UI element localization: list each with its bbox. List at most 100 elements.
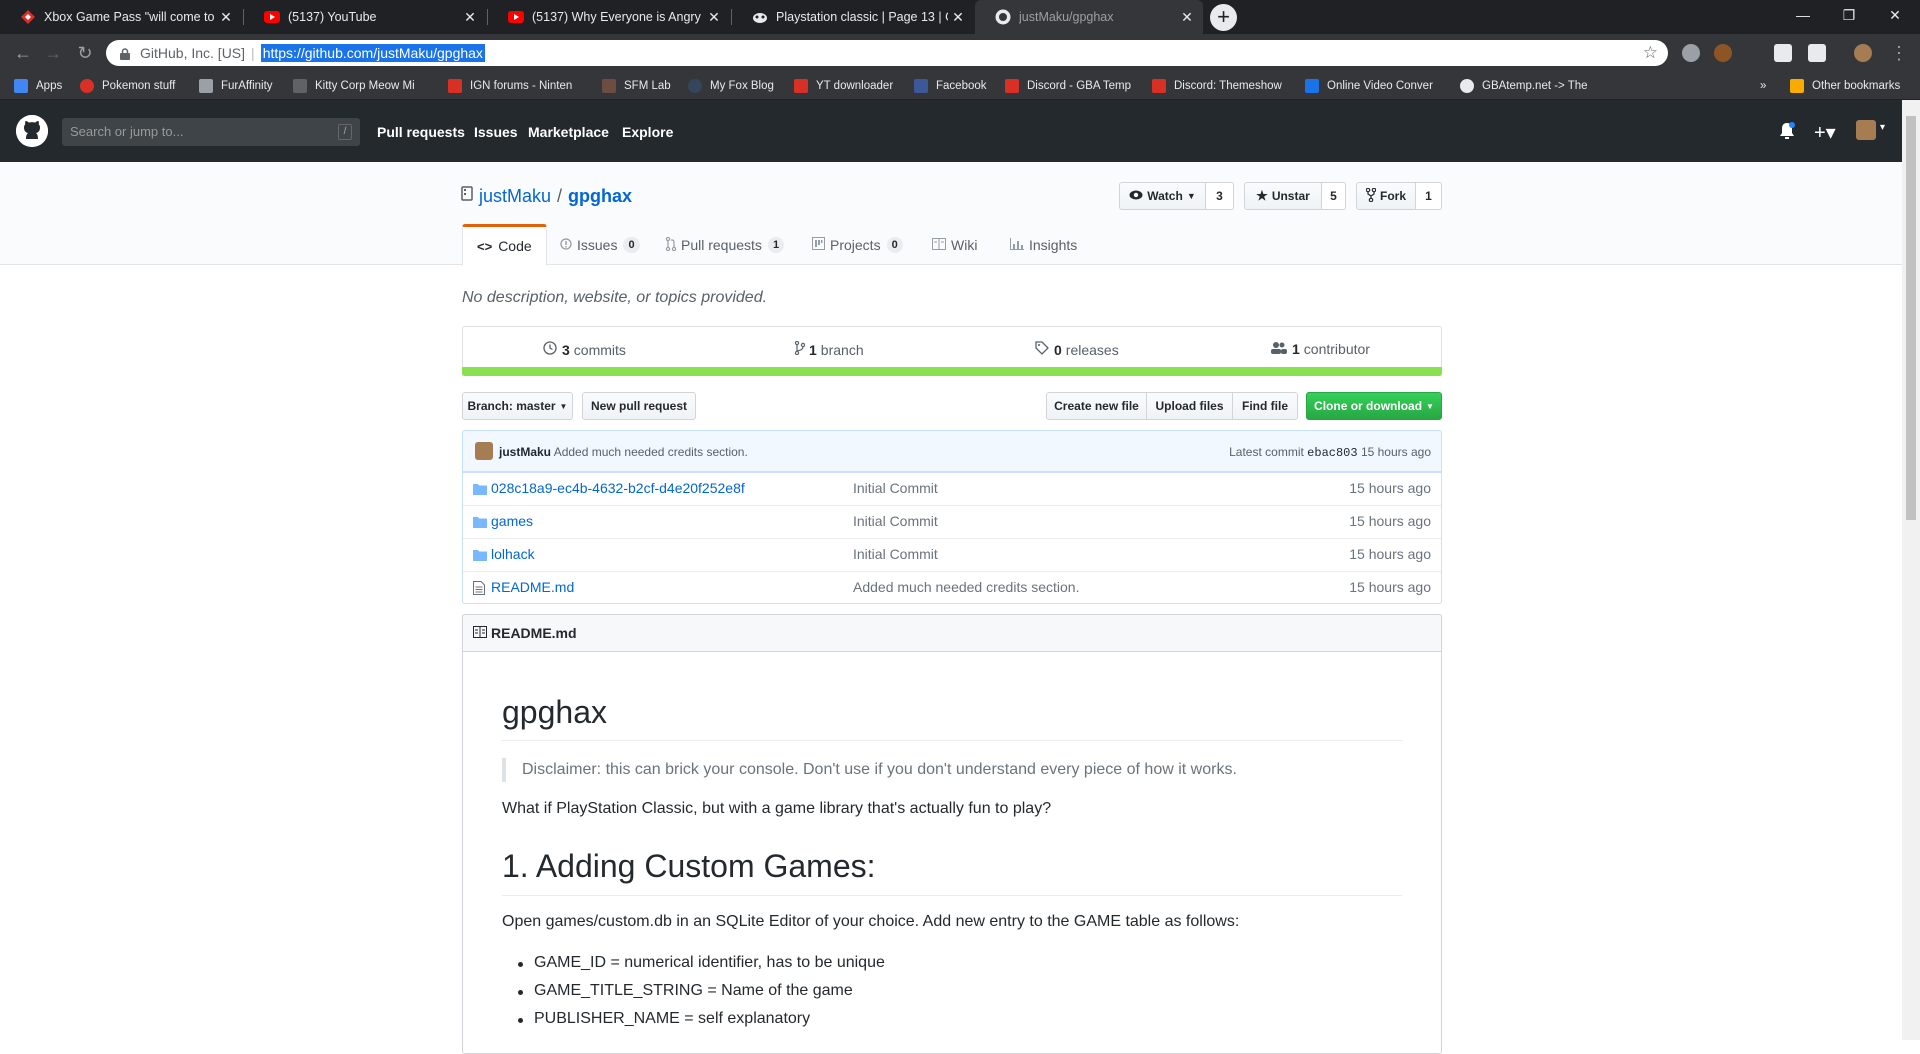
tab-insights[interactable]: Insights: [996, 225, 1091, 265]
file-name-link[interactable]: README.md: [491, 579, 574, 595]
tab-issues[interactable]: Issues 0: [546, 225, 654, 265]
create-new-file-button[interactable]: Create new file: [1046, 392, 1147, 420]
watch-button[interactable]: Watch ▼: [1119, 182, 1206, 210]
close-window-icon[interactable]: ✕: [1872, 0, 1918, 30]
sfm-icon: [602, 79, 616, 93]
back-icon[interactable]: ←: [12, 42, 34, 64]
user-avatar[interactable]: [1856, 120, 1876, 140]
extension-icon[interactable]: [1682, 44, 1700, 62]
close-tab-icon[interactable]: ✕: [460, 9, 480, 26]
forward-icon[interactable]: →: [42, 42, 64, 64]
repo-name-link[interactable]: gpghax: [568, 186, 632, 207]
search-input[interactable]: Search or jump to... /: [62, 118, 360, 146]
url-text[interactable]: https://github.com/justMaku/gpghax: [260, 44, 485, 62]
bookmarks-bar: Apps Pokemon stuff FurAffinity Kitty Cor…: [0, 72, 1920, 100]
table-row: lolhack Initial Commit 15 hours ago: [463, 538, 1441, 571]
commit-author-link[interactable]: justMaku: [499, 445, 551, 459]
bookmark-item[interactable]: Discord: Themeshow: [1152, 78, 1282, 94]
nav-issues[interactable]: Issues: [474, 124, 518, 140]
chevron-down-icon[interactable]: ▾: [1880, 122, 1885, 133]
star-count[interactable]: 5: [1322, 182, 1346, 210]
repo-icon: [461, 186, 473, 207]
close-tab-icon[interactable]: ✕: [216, 9, 236, 26]
menu-icon[interactable]: ⋮: [1888, 42, 1910, 64]
language-bar[interactable]: [462, 367, 1442, 376]
bookmark-item[interactable]: Discord - GBA Temp: [1005, 78, 1131, 94]
bookmark-item[interactable]: Apps: [14, 78, 62, 94]
tab-projects[interactable]: Projects 0: [798, 225, 917, 265]
new-tab-button[interactable]: +: [1210, 4, 1237, 31]
releases-link[interactable]: 0 releases: [1035, 341, 1119, 358]
browser-tab[interactable]: (5137) YouTube ✕: [244, 0, 486, 34]
create-new-plus-icon[interactable]: +▾: [1814, 120, 1836, 145]
scrollbar-thumb[interactable]: [1906, 116, 1916, 520]
nav-explore[interactable]: Explore: [622, 124, 673, 140]
branch-link[interactable]: 1 branch: [794, 340, 864, 358]
author-avatar[interactable]: [475, 442, 493, 460]
browser-tab[interactable]: Xbox Game Pass "will come to e ✕: [0, 0, 242, 34]
file-name-link[interactable]: lolhack: [491, 546, 535, 562]
extension-icon[interactable]: [1774, 44, 1792, 62]
close-tab-icon[interactable]: ✕: [948, 9, 968, 26]
nav-marketplace[interactable]: Marketplace: [528, 124, 609, 140]
fork-button[interactable]: Fork: [1356, 182, 1416, 210]
file-name-link[interactable]: games: [491, 513, 533, 529]
repo-owner-link[interactable]: justMaku: [479, 186, 551, 207]
file-commit-message[interactable]: Added much needed credits section.: [853, 579, 1079, 595]
facebook-icon: [914, 79, 928, 93]
github-icon: [995, 9, 1011, 25]
new-pull-request-button[interactable]: New pull request: [582, 392, 696, 420]
fork-count[interactable]: 1: [1416, 182, 1442, 210]
browser-tab[interactable]: Playstation classic | Page 13 | GB ✕: [732, 0, 974, 34]
commits-link[interactable]: 3 commits: [543, 341, 626, 358]
extension-icon[interactable]: [1714, 44, 1732, 62]
bookmark-item[interactable]: YT downloader: [794, 78, 893, 94]
book-icon: [473, 625, 487, 641]
extension-icon[interactable]: [1808, 44, 1826, 62]
file-commit-message[interactable]: Initial Commit: [853, 513, 938, 529]
bookmark-item[interactable]: Kitty Corp Meow Mi: [293, 78, 415, 94]
find-file-button[interactable]: Find file: [1232, 392, 1298, 420]
notification-bell-icon[interactable]: [1779, 122, 1795, 140]
tab-pull-requests[interactable]: Pull requests 1: [652, 225, 798, 265]
branch-select-button[interactable]: Branch: master ▼: [462, 392, 573, 420]
close-tab-icon[interactable]: ✕: [704, 9, 724, 26]
bookmarks-overflow-icon[interactable]: »: [1760, 78, 1766, 94]
bookmark-item[interactable]: FurAffinity: [199, 78, 273, 94]
repo-description: No description, website, or topics provi…: [462, 289, 768, 306]
unstar-button[interactable]: ★ Unstar: [1244, 182, 1322, 210]
restore-icon[interactable]: ❐: [1826, 0, 1872, 30]
contributors-link[interactable]: 1 contributor: [1271, 341, 1370, 357]
github-logo-icon[interactable]: [16, 115, 48, 147]
file-name-link[interactable]: 028c18a9-ec4b-4632-b2cf-d4e20f252e8f: [491, 480, 745, 496]
bookmark-item[interactable]: Facebook: [914, 78, 987, 94]
commit-sha-link[interactable]: ebac803: [1307, 446, 1357, 460]
clone-download-button[interactable]: Clone or download ▼: [1306, 392, 1442, 420]
upload-files-button[interactable]: Upload files: [1146, 392, 1233, 420]
readme-section-heading: 1. Adding Custom Games:: [502, 848, 876, 884]
other-bookmarks[interactable]: Other bookmarks: [1790, 78, 1900, 94]
tab-code[interactable]: <> Code: [462, 224, 547, 266]
file-commit-message[interactable]: Initial Commit: [853, 546, 938, 562]
watch-count[interactable]: 3: [1206, 182, 1234, 210]
file-commit-message[interactable]: Initial Commit: [853, 480, 938, 496]
people-icon: [1271, 341, 1287, 357]
close-tab-icon[interactable]: ✕: [1177, 9, 1197, 26]
youtube-icon: [508, 9, 524, 25]
address-bar[interactable]: GitHub, Inc. [US] | https://github.com/j…: [106, 40, 1668, 66]
bookmark-item[interactable]: My Fox Blog: [688, 78, 774, 94]
reload-icon[interactable]: ↻: [74, 42, 96, 64]
bookmark-item[interactable]: Pokemon stuff: [80, 78, 175, 94]
bookmark-item[interactable]: Online Video Conver: [1305, 78, 1433, 94]
bookmark-item[interactable]: IGN forums - Ninten: [448, 78, 572, 94]
profile-avatar[interactable]: [1854, 44, 1872, 62]
bookmark-item[interactable]: GBAtemp.net -> The: [1460, 78, 1588, 94]
bookmark-star-icon[interactable]: ☆: [1643, 43, 1658, 63]
bookmark-item[interactable]: SFM Lab: [602, 78, 671, 94]
browser-tab[interactable]: (5137) Why Everyone is Angry at ✕: [488, 0, 730, 34]
commit-message-link[interactable]: Added much needed credits section.: [554, 445, 748, 459]
nav-pull-requests[interactable]: Pull requests: [377, 124, 465, 140]
browser-tab-active[interactable]: justMaku/gpghax ✕: [975, 0, 1203, 34]
minimize-icon[interactable]: —: [1780, 0, 1826, 30]
tab-wiki[interactable]: Wiki: [918, 225, 991, 265]
